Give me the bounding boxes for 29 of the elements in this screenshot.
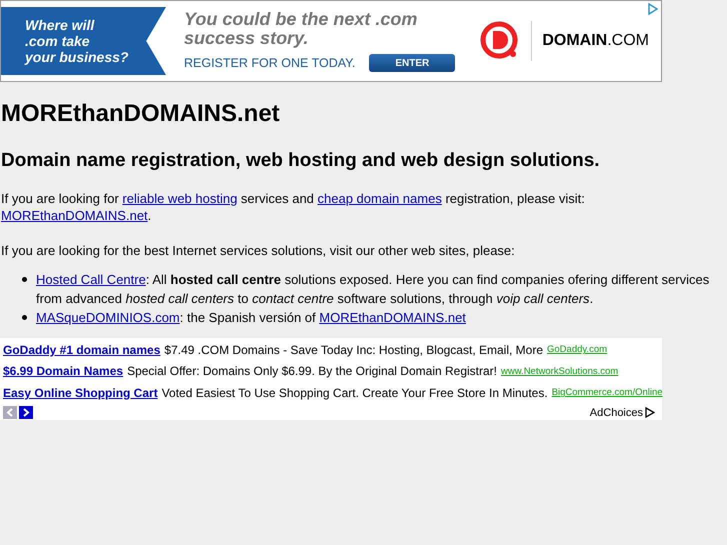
ad-description: Special Offer: Domains Only $6.99. By the Original Domain Registrar! [127,364,497,378]
text-link[interactable]: MOREthanDOMAINS.net [319,310,466,325]
site-subtitle: Domain name registration, web hosting and web design solutions. [1,150,601,172]
text-link[interactable]: MASqueDOMINIOS.com [36,310,180,325]
bullet-icon [22,277,27,282]
ad-description: $7.49 .COM Domains - Save Today Inc: Hosting, Blogcast, Email, More [164,342,543,357]
paragraph: If you are looking for the best Internet services solutions, visit our other web sites, please: [1,242,516,259]
list-item: MASqueDOMINIOS.com: the Spanish versión of MOREthanDOMAINS.net [36,308,727,327]
logo-text: DOMAIN.COM [542,32,649,50]
enter-button[interactable]: ENTER [369,54,456,72]
ad-title-link[interactable]: Easy Online Shopping Cart [3,386,158,400]
site-title: MOREthanDOMAINS.net [1,100,281,128]
play-icon[interactable] [645,407,655,418]
next-button[interactable] [19,406,33,419]
list-item: Hosted Call Centre: All hosted call centre solutions exposed. Here you can find companies ofering different services from advanced hosted call centers to contact centre software solutions, through voip call centers. [36,270,727,308]
call-to-action-text: REGISTER FOR ONE TODAY. [184,56,356,70]
text-link[interactable]: reliable web hosting [122,191,238,206]
adchoices-link[interactable]: AdChoices [590,406,643,418]
ad-title-link[interactable]: $6.99 Domain Names [3,364,124,378]
paragraph: If you are looking for reliable web hosting services and cheap domain names registration, please visit: MOREthanDOMAINS.net. [1,190,586,224]
text-link[interactable]: cheap domain names [318,191,442,206]
tagline-text: Where will .com take your business? [1,7,166,75]
bullet-icon [22,315,27,320]
text-link[interactable]: MOREthanDOMAINS.net [1,208,148,223]
ad-description: Voted Easiest To Use Shopping Cart. Create Your Free Store In Minutes. [162,386,548,400]
text-link[interactable]: Hosted Call Centre [36,272,146,287]
banner-ad[interactable]: Where will .com take your business? You could be the next .com success story. REGISTER FOR ONE TODAY. ENTER DOMAIN.COM [0,0,662,82]
headline-text: You could be the next .com success story. [184,10,418,48]
ad-title-link[interactable]: GoDaddy #1 domain names [3,342,160,357]
